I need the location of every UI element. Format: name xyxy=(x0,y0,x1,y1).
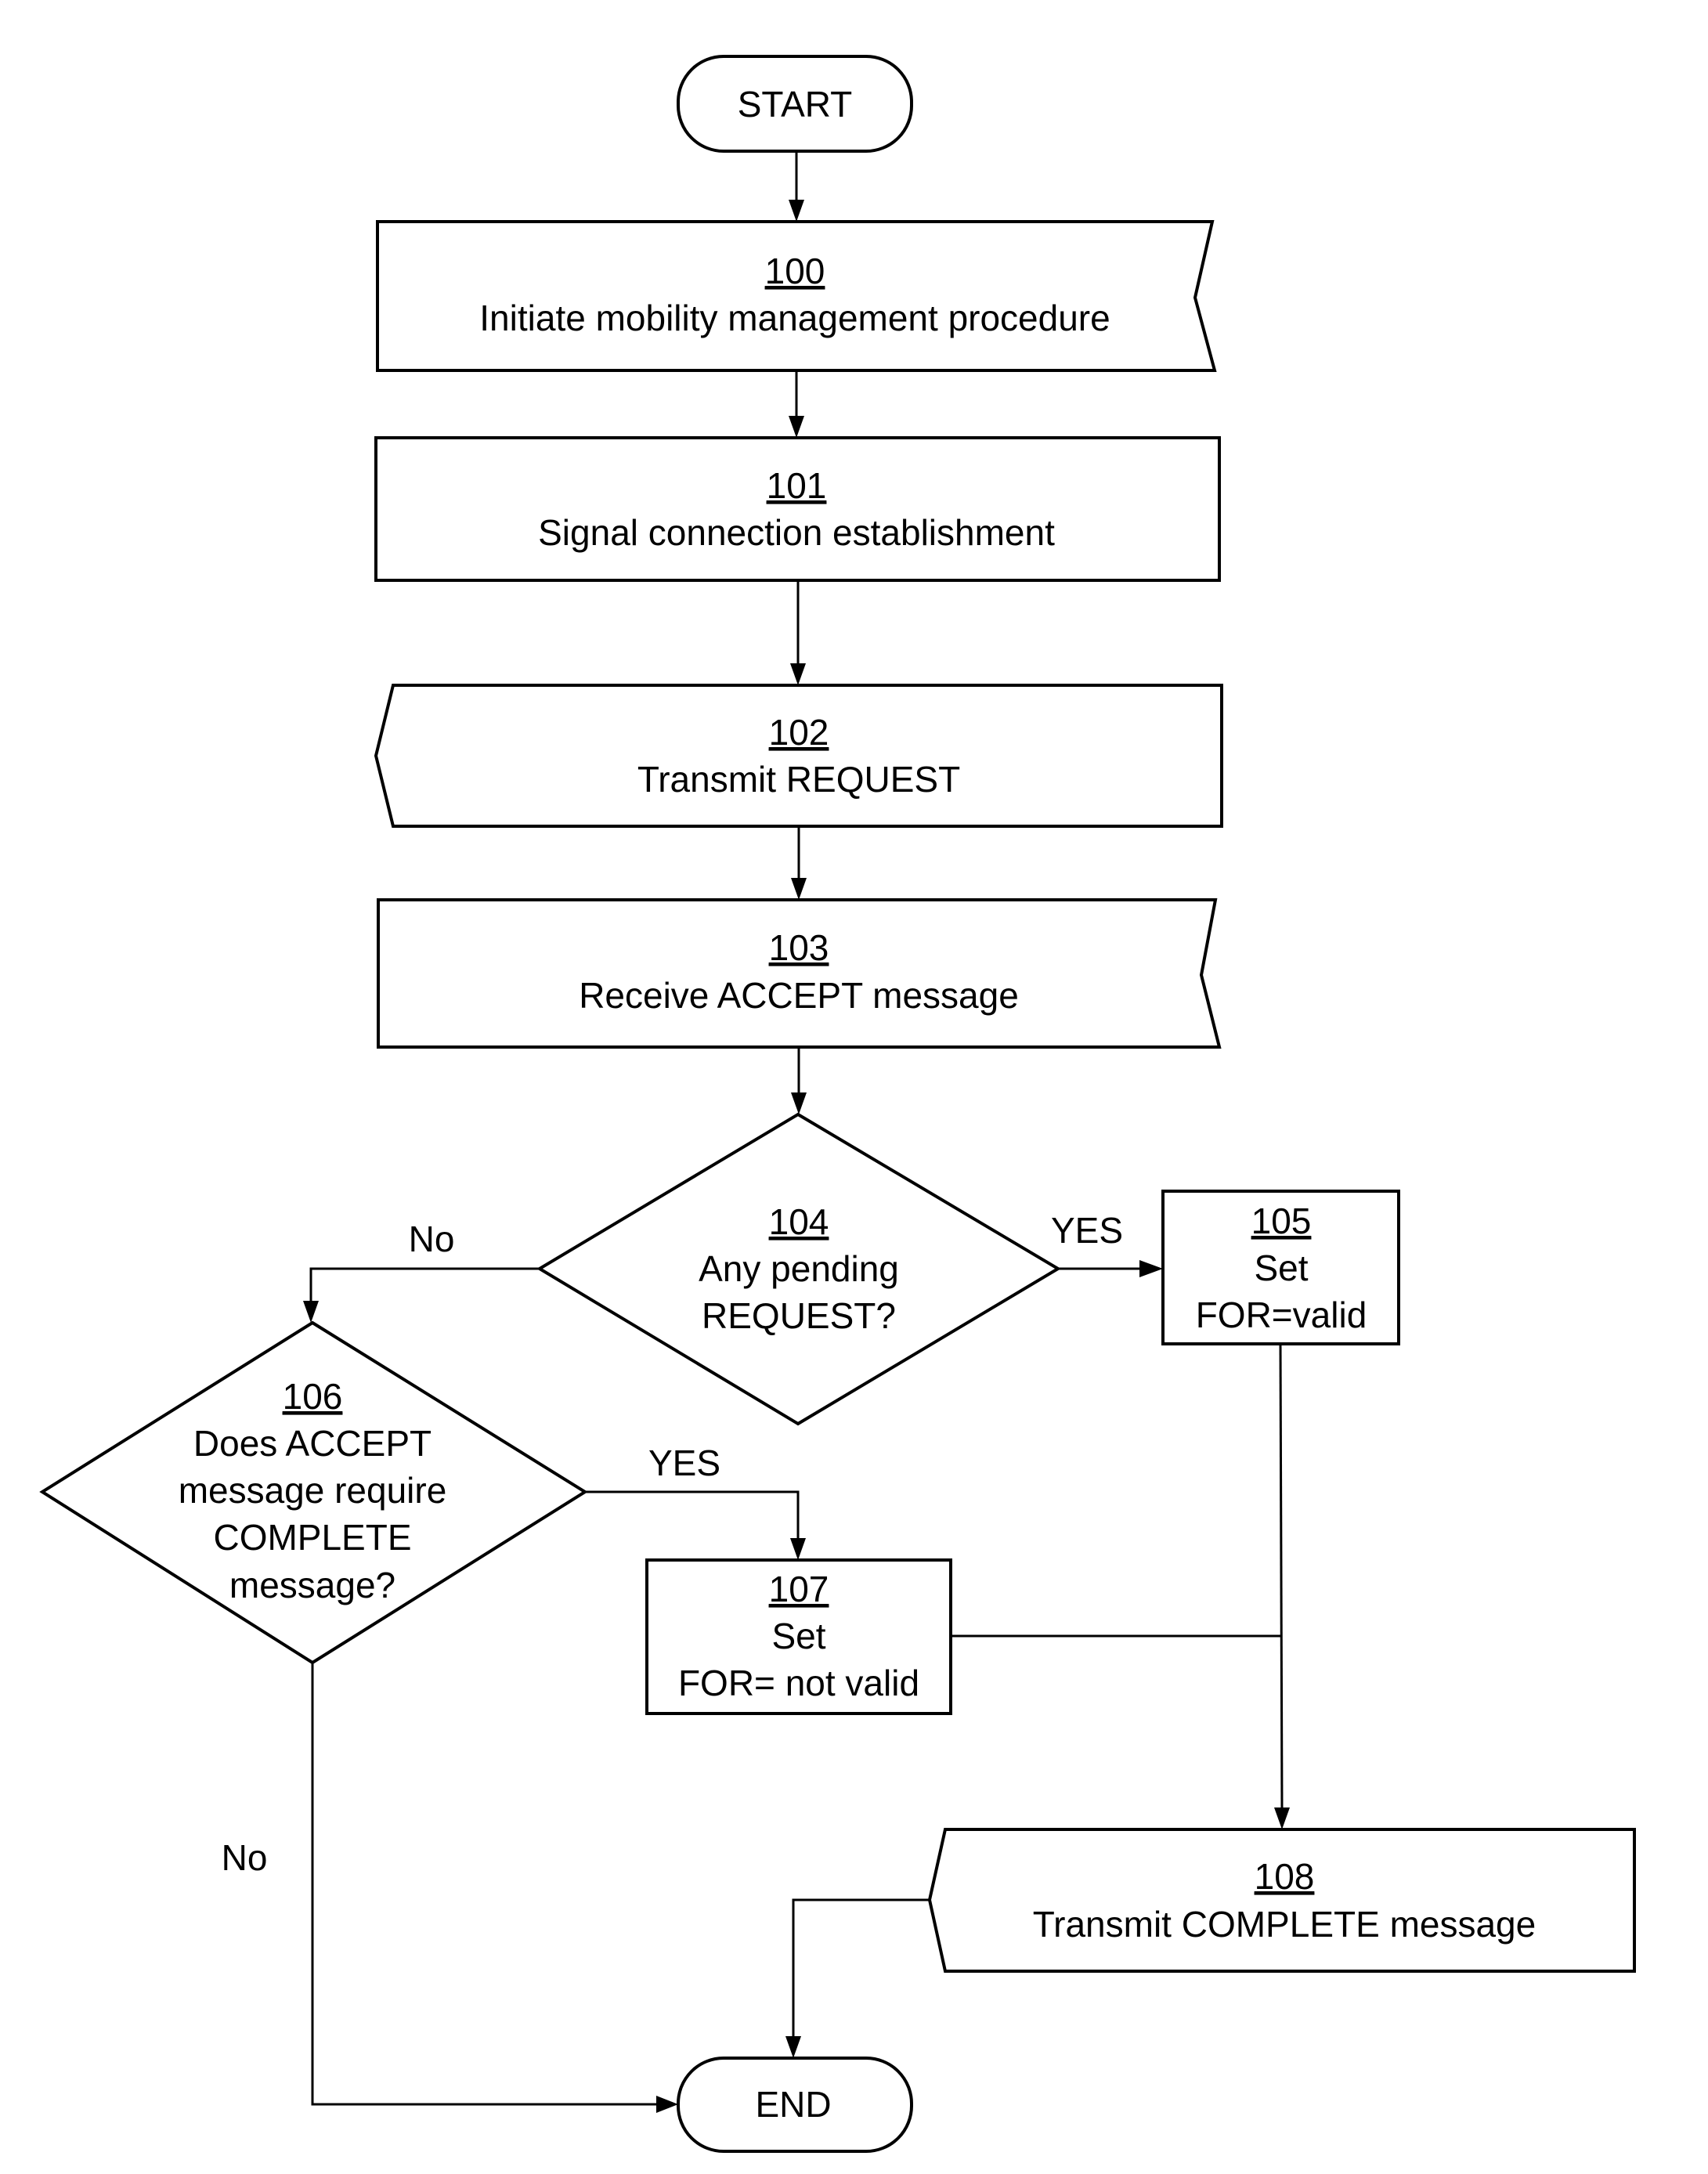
node-text-start: START xyxy=(738,84,853,125)
edge-106-end xyxy=(311,1663,659,2106)
step-label: Does ACCEPT xyxy=(193,1423,432,1464)
step-label: REQUEST? xyxy=(702,1295,896,1336)
flowchart: START 100 Initiate mobility management p… xyxy=(39,55,1636,2153)
flowchart-canvas: START 100 Initiate mobility management p… xyxy=(0,0,1708,2174)
step-label: message? xyxy=(229,1565,395,1605)
arrowhead xyxy=(785,2036,801,2058)
edge-label-104-no: No xyxy=(409,1219,455,1259)
step-label: COMPLETE xyxy=(213,1517,411,1558)
arrowhead xyxy=(656,2096,678,2113)
step-number: 102 xyxy=(769,712,829,753)
node-102 xyxy=(374,684,1223,828)
step-number: 104 xyxy=(769,1201,829,1242)
arrowhead xyxy=(791,878,807,900)
step-number: 106 xyxy=(283,1376,343,1417)
step-label: Receive ACCEPT message xyxy=(579,975,1019,1016)
step-label: Set xyxy=(1254,1248,1308,1288)
arrowhead xyxy=(789,200,804,222)
arrowhead xyxy=(303,1301,319,1323)
edge-104-106 xyxy=(309,1267,540,1303)
step-number: 105 xyxy=(1251,1201,1312,1241)
step-label: FOR= not valid xyxy=(678,1663,919,1703)
step-label: Transmit COMPLETE message xyxy=(1033,1904,1536,1945)
edge-label-104-yes: YES xyxy=(1051,1210,1123,1251)
step-label: Any pending xyxy=(699,1248,899,1289)
step-label: Initiate mobility management procedure xyxy=(479,298,1110,338)
edge-106-107 xyxy=(585,1490,800,1540)
step-number: 103 xyxy=(769,927,829,968)
node-103 xyxy=(377,898,1222,1049)
edge-108-end xyxy=(792,1898,930,2039)
node-text-end: END xyxy=(755,2084,831,2125)
edge-105-108 xyxy=(1279,1343,1284,1811)
step-number: 107 xyxy=(769,1569,829,1609)
step-label: Signal connection establishment xyxy=(538,512,1055,553)
arrowhead xyxy=(790,1538,806,1560)
step-number: 100 xyxy=(765,251,825,291)
step-label: Set xyxy=(771,1616,825,1656)
terminator-label: END xyxy=(755,2084,831,2125)
arrowhead xyxy=(790,663,806,685)
step-label: Transmit REQUEST xyxy=(637,759,960,800)
arrowhead xyxy=(1139,1260,1163,1277)
step-label: message require xyxy=(179,1470,447,1511)
step-label: FOR=valid xyxy=(1196,1295,1367,1335)
arrowhead xyxy=(1274,1807,1290,1829)
edge-label-106-yes: YES xyxy=(648,1443,720,1483)
step-number: 108 xyxy=(1255,1856,1315,1897)
arrowhead xyxy=(789,416,804,438)
step-number: 101 xyxy=(767,465,827,506)
edge-label-106-no: No xyxy=(222,1837,268,1878)
node-101 xyxy=(374,436,1221,582)
terminator-label: START xyxy=(738,84,853,125)
node-108 xyxy=(927,1828,1636,1973)
node-100 xyxy=(376,220,1217,372)
arrowhead xyxy=(791,1092,807,1114)
